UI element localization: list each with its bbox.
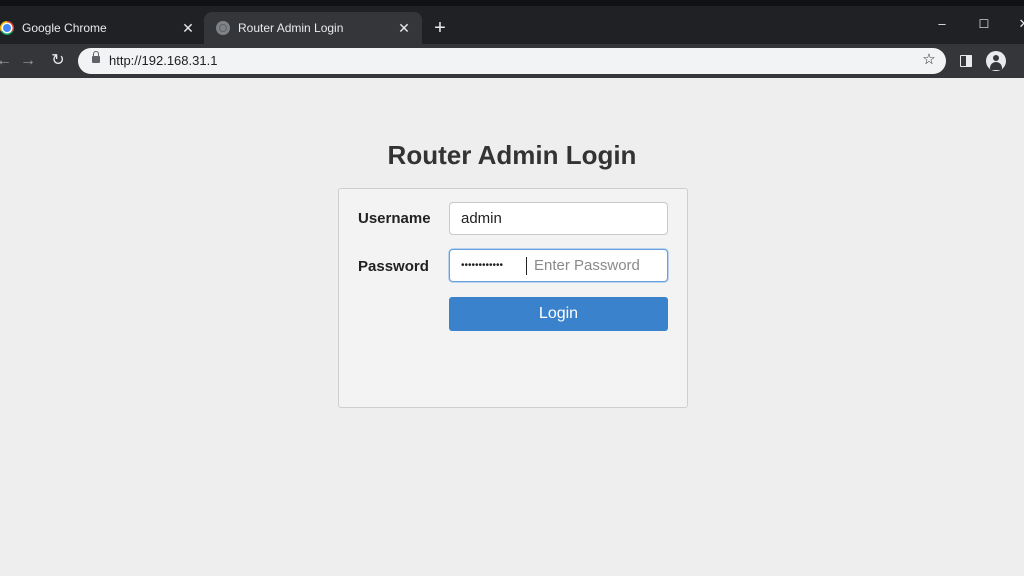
close-icon[interactable]: ✕ bbox=[396, 20, 412, 36]
close-icon[interactable]: ✕ bbox=[180, 20, 196, 36]
username-label: Username bbox=[358, 210, 431, 227]
text-caret bbox=[526, 257, 527, 275]
address-bar[interactable]: http://192.168.31.1 ☆ bbox=[78, 48, 946, 74]
tab-router-admin-login[interactable]: Router Admin Login ✕ bbox=[204, 12, 422, 44]
maximize-icon[interactable]: ☐ bbox=[974, 16, 994, 32]
tab-google-chrome[interactable]: Google Chrome ✕ bbox=[0, 12, 204, 44]
password-label: Password bbox=[358, 258, 429, 275]
chrome-icon bbox=[0, 21, 14, 35]
reload-icon[interactable]: ↻ bbox=[48, 51, 68, 71]
bookmark-star-icon[interactable]: ☆ bbox=[920, 51, 938, 69]
username-input[interactable]: admin bbox=[449, 202, 668, 235]
page-content: Router Admin Login Username admin Passwo… bbox=[0, 78, 1024, 576]
tab-title: Router Admin Login bbox=[238, 21, 344, 35]
profile-avatar-icon[interactable] bbox=[986, 51, 1006, 71]
browser-toolbar: ← → ↻ http://192.168.31.1 ☆ bbox=[0, 44, 1024, 78]
login-button[interactable]: Login bbox=[449, 297, 668, 331]
back-arrow-icon[interactable]: ← bbox=[0, 51, 14, 71]
login-form: Username admin Password •••••••••••• Ent… bbox=[338, 188, 688, 408]
side-panel-icon[interactable] bbox=[958, 53, 974, 69]
minimize-icon[interactable]: – bbox=[932, 16, 952, 32]
window-close-icon[interactable]: ✕ bbox=[1014, 16, 1024, 32]
url-text[interactable]: http://192.168.31.1 bbox=[109, 53, 217, 68]
new-tab-button[interactable]: + bbox=[430, 18, 450, 38]
tab-title: Google Chrome bbox=[22, 21, 107, 35]
password-input[interactable]: •••••••••••• Enter Password bbox=[449, 249, 668, 282]
globe-icon bbox=[216, 21, 230, 35]
lock-icon[interactable] bbox=[92, 51, 100, 63]
forward-arrow-icon[interactable]: → bbox=[18, 51, 38, 71]
password-masked-value: •••••••••••• bbox=[461, 260, 504, 271]
tab-bar: Google Chrome ✕ Router Admin Login ✕ + –… bbox=[0, 6, 1024, 44]
password-placeholder: Enter Password bbox=[534, 257, 640, 274]
page-title: Router Admin Login bbox=[387, 140, 637, 170]
